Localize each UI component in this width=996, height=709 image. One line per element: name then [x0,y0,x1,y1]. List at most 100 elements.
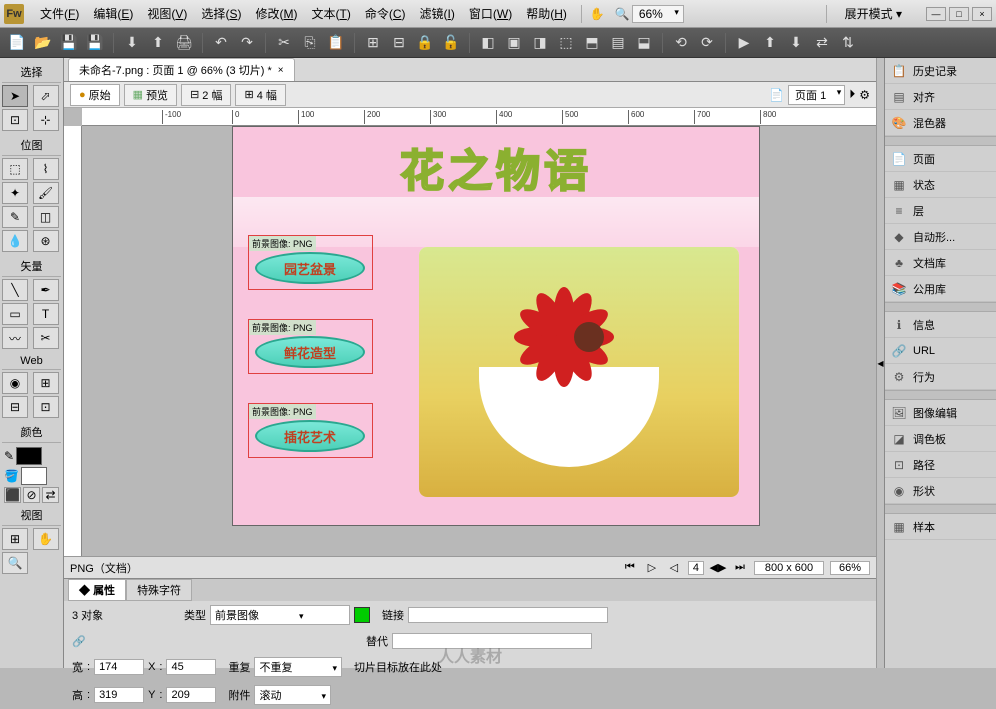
nav-button-1[interactable]: 园艺盆景 [255,252,365,284]
width-input[interactable] [94,659,144,675]
knife-tool[interactable]: ✂ [33,327,59,349]
y-input[interactable] [166,687,216,703]
ungroup-icon[interactable]: ⊟ [388,32,410,54]
hide-slice-tool[interactable]: ⊟ [2,396,28,418]
arrange-back-icon[interactable]: ⬇ [785,32,807,54]
text-tool[interactable]: T [33,303,59,325]
zoom-tool[interactable]: 🔍 [2,552,28,574]
stamp-tool[interactable]: ⊛ [33,230,59,252]
wand-tool[interactable]: ✦ [2,182,28,204]
slice-tool[interactable]: ⊞ [33,372,59,394]
canvas-dims[interactable]: 800 x 600 [754,561,824,575]
panel-states[interactable]: ▦状态 [885,172,996,198]
line-tool[interactable]: ╲ [2,279,28,301]
panel-imageedit[interactable]: 🖼图像编辑 [885,400,996,426]
panel-paths[interactable]: ⊡路径 [885,452,996,478]
no-color[interactable]: ⊘ [23,487,40,503]
maximize-button[interactable]: □ [949,7,969,21]
pointer-tool[interactable]: ➤ [2,85,28,107]
blur-tool[interactable]: 💧 [2,230,28,252]
print-icon[interactable]: 🖨 [173,32,195,54]
panel-doclib[interactable]: ♣文档库 [885,250,996,276]
pen-tool[interactable]: ✒ [33,279,59,301]
rotate-left-icon[interactable]: ⟲ [670,32,692,54]
menu-file[interactable]: 文件(F) [34,3,85,24]
panel-layers[interactable]: ≡层 [885,198,996,224]
align-right-icon[interactable]: ◨ [529,32,551,54]
menu-modify[interactable]: 修改(M) [249,3,303,24]
close-button[interactable]: × [972,7,992,21]
panel-swatches[interactable]: ▦样本 [885,514,996,540]
panel-history[interactable]: 📋历史记录 [885,58,996,84]
arrange-front-icon[interactable]: ⬆ [759,32,781,54]
paste-icon[interactable]: 📋 [325,32,347,54]
rect-tool[interactable]: ▭ [2,303,28,325]
next-frame-icon[interactable]: ◀▶ [710,561,726,575]
brush-tool[interactable]: 🖌 [33,182,59,204]
play-icon[interactable]: ▷ [644,561,660,575]
open-icon[interactable]: 📂 [32,32,54,54]
redo-icon[interactable]: ↷ [236,32,258,54]
panel-autoshapes[interactable]: ◆自动形... [885,224,996,250]
nav-button-3[interactable]: 插花艺术 [255,420,365,452]
first-frame-icon[interactable]: ⏮ [622,561,638,575]
view-tab-preview[interactable]: ▦预览 [124,84,177,106]
menu-help[interactable]: 帮助(H) [520,3,573,24]
props-tab-properties[interactable]: ◆ 属性 [68,579,126,601]
last-frame-icon[interactable]: ⏭ [732,561,748,575]
menu-filters[interactable]: 滤镜(I) [414,3,461,24]
align-left-icon[interactable]: ◧ [477,32,499,54]
hand-tool[interactable]: ✋ [33,528,59,550]
save-as-icon[interactable]: 💾 [84,32,106,54]
props-tab-special[interactable]: 特殊字符 [126,579,192,601]
unlock-icon[interactable]: 🔓 [440,32,462,54]
panel-mixer[interactable]: 🎨混色器 [885,110,996,136]
scale-tool[interactable]: ⊡ [2,109,28,131]
show-slice-tool[interactable]: ⊡ [33,396,59,418]
group-icon[interactable]: ⊞ [362,32,384,54]
menu-view[interactable]: 视图(V) [141,3,193,24]
crop-tool[interactable]: ⊹ [33,109,59,131]
marquee-tool[interactable]: ⬚ [2,158,28,180]
height-input[interactable] [94,687,144,703]
stroke-color[interactable] [16,447,42,465]
status-zoom[interactable]: 66% [830,561,870,575]
repeat-select[interactable]: 不重复 [254,657,342,677]
view-tab-2up[interactable]: ⊟ 2 幅 [181,84,231,106]
slice-color-swatch[interactable] [354,607,370,623]
page-options-icon[interactable]: ⚙ [859,88,870,102]
type-select[interactable]: 前景图像 [210,605,350,625]
prev-frame-icon[interactable]: ◁ [666,561,682,575]
tab-close-icon[interactable]: × [278,65,284,76]
flip-v-icon[interactable]: ⇅ [837,32,859,54]
expand-mode-button[interactable]: 展开模式 ▾ [839,3,908,24]
default-colors[interactable]: ⬛ [4,487,21,503]
lasso-tool[interactable]: ⌇ [33,158,59,180]
panel-shapes[interactable]: ◉形状 [885,478,996,504]
menu-commands[interactable]: 命令(C) [359,3,412,24]
menu-window[interactable]: 窗口(W) [463,3,518,24]
screen-mode-tool[interactable]: ⊞ [2,528,28,550]
hand-tool-icon[interactable]: ✋ [590,7,605,21]
lock-icon[interactable]: 🔒 [414,32,436,54]
menu-select[interactable]: 选择(S) [195,3,247,24]
distribute-icon[interactable]: ⬚ [555,32,577,54]
panel-info[interactable]: ℹ信息 [885,312,996,338]
align-bottom-icon[interactable]: ⬓ [633,32,655,54]
menu-text[interactable]: 文本(T) [305,3,356,24]
page-selector[interactable]: 页面 1 [788,85,845,105]
undo-icon[interactable]: ↶ [210,32,232,54]
nav-button-2[interactable]: 鲜花造型 [255,336,365,368]
fill-color[interactable] [21,467,47,485]
panel-url[interactable]: 🔗URL [885,338,996,364]
x-input[interactable] [166,659,216,675]
link-icon[interactable]: 🔗 [72,635,86,648]
align-center-icon[interactable]: ▣ [503,32,525,54]
attach-select[interactable]: 滚动 [254,685,331,705]
view-tab-original[interactable]: ●原始 [70,84,120,106]
frame-number[interactable]: 4 [688,561,704,575]
menu-edit[interactable]: 编辑(E) [87,3,139,24]
save-icon[interactable]: 💾 [58,32,80,54]
zoom-tool-icon[interactable]: 🔍 [615,7,630,21]
page-nav-icon[interactable]: ⏵ [849,87,855,102]
